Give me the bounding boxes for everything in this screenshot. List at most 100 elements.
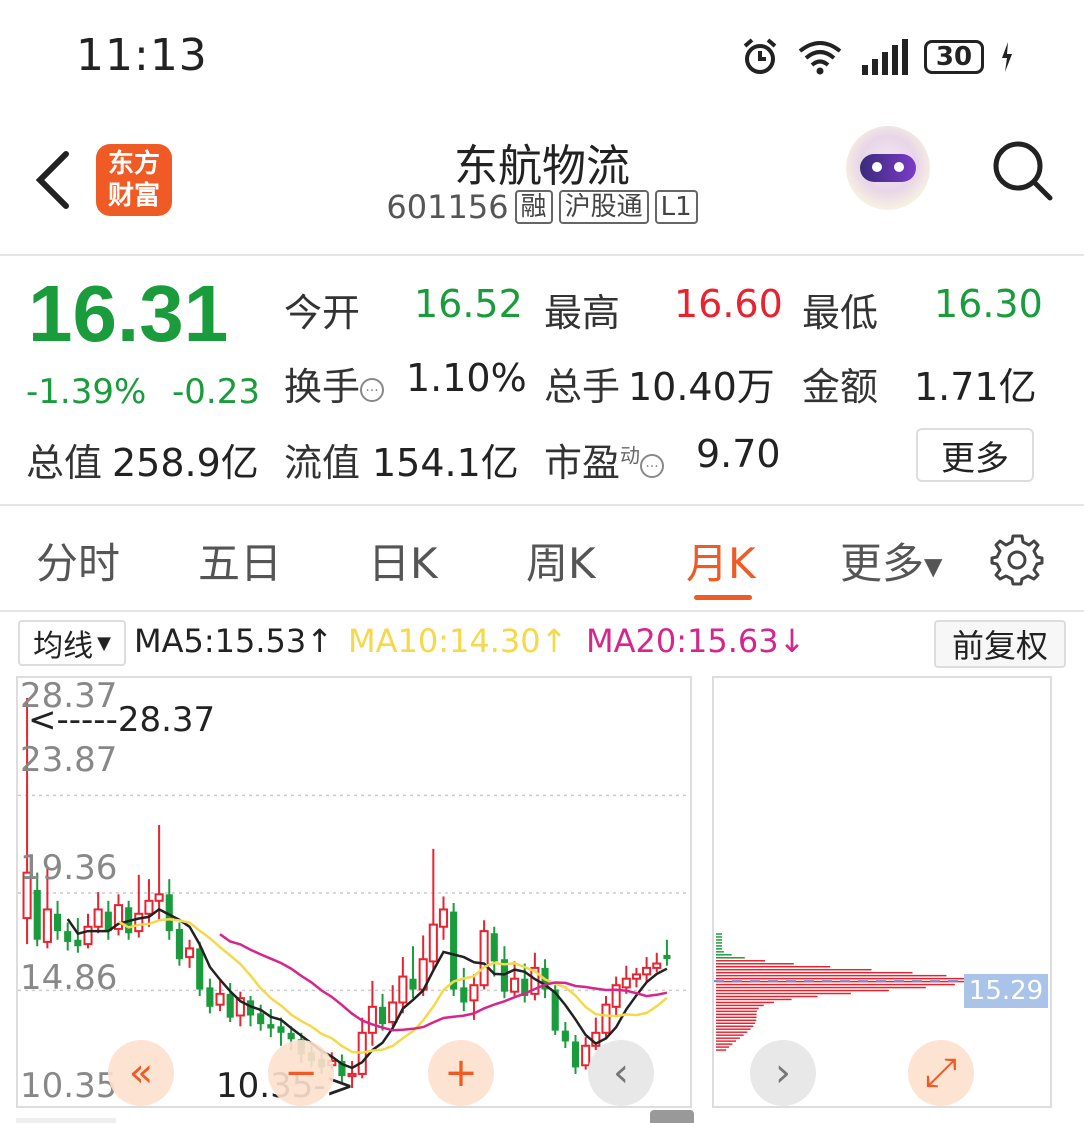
profile-bar [716, 1001, 775, 1004]
connect-tag: 沪股通 [558, 190, 649, 224]
header-divider [0, 254, 1084, 256]
ma20-arrow: ↓ [778, 622, 806, 660]
amount-label: 金额 [802, 365, 879, 409]
info-icon[interactable]: ··· [640, 453, 665, 478]
candle-body [287, 1032, 295, 1040]
candle-body [663, 954, 671, 960]
volume-value: 10.40万 [628, 365, 775, 409]
open-label: 今开 [284, 291, 361, 335]
candle-body [215, 992, 225, 1006]
volume-profile[interactable] [712, 676, 1052, 1108]
ma-select-label: 均线 [33, 629, 94, 664]
chevron-left-icon[interactable]: ‹ [588, 1040, 654, 1106]
candle-body [154, 893, 164, 902]
profile-bar [716, 1013, 757, 1016]
ma5-arrow: ↑ [306, 622, 334, 660]
y-label-3: 19.36 [20, 848, 118, 888]
profile-bar [716, 1004, 764, 1007]
candle-body [378, 1006, 387, 1025]
volume-profile-svg [714, 933, 1050, 1051]
candle-body [571, 1041, 580, 1068]
tabs-divider [0, 610, 1084, 612]
signal-icon [862, 39, 908, 75]
profile-bar [716, 995, 818, 998]
profile-bar [716, 939, 722, 941]
candle-body [206, 987, 214, 1007]
ma20-value: MA20:15.63↓ [586, 622, 805, 660]
profile-bar [716, 933, 722, 935]
candle-body [601, 1003, 611, 1034]
candle-body [53, 913, 62, 932]
candle-body [175, 928, 183, 960]
stock-code-row: 601156 融 沪股通 L1 [0, 188, 1084, 226]
candle-body [621, 977, 631, 989]
candle-body [469, 984, 479, 1002]
candle-body [428, 923, 438, 963]
tab-weekly-k[interactable]: 周K [526, 530, 596, 591]
candle-body [388, 1001, 398, 1023]
pe-label-text: 市盈 [544, 441, 621, 485]
low-value: 16.30 [934, 282, 1043, 326]
ma-select[interactable]: 均线 ▼ [18, 620, 126, 666]
profile-bar [716, 945, 722, 947]
ma5-text: MA5:15.53 [134, 622, 307, 660]
profile-bar [716, 1046, 730, 1048]
profile-bar [716, 983, 955, 986]
profile-bar [716, 936, 722, 938]
float-cap-value: 154.1亿 [372, 441, 519, 485]
robot-assistant-icon[interactable] [846, 126, 930, 210]
profile-bar [716, 1019, 757, 1022]
ma10-arrow: ↑ [540, 622, 568, 660]
settings-gear-icon[interactable] [990, 532, 1044, 586]
profile-bar [716, 954, 732, 956]
scroll-left-button[interactable]: « [108, 1040, 174, 1106]
adjustment-button[interactable]: 前复权 [934, 620, 1066, 668]
tab-more[interactable]: 更多▼ [840, 530, 942, 591]
candle-body [93, 908, 103, 928]
float-cap-label: 流值 [284, 441, 361, 485]
more-quote-button[interactable]: 更多 [916, 428, 1034, 482]
tab-daily-k[interactable]: 日K [368, 530, 438, 591]
open-value: 16.52 [414, 282, 523, 326]
tab-more-label: 更多 [840, 539, 925, 588]
alarm-icon [743, 38, 777, 74]
pe-value: 9.70 [696, 432, 781, 476]
search-icon[interactable] [990, 138, 1054, 202]
high-label: 最高 [544, 291, 621, 335]
profile-bar [716, 1031, 748, 1033]
profile-bar [716, 974, 947, 977]
zoom-in-button[interactable]: + [428, 1040, 494, 1106]
tab-intraday[interactable]: 分时 [36, 530, 120, 591]
candle-body [460, 987, 468, 1003]
pe-type: 动 [620, 443, 641, 468]
kline-chart[interactable] [16, 676, 692, 1108]
expand-icon[interactable]: ⤢ [908, 1040, 974, 1106]
change-amount: -0.23 [172, 372, 260, 412]
turnover-label-text: 换手 [284, 365, 361, 409]
candle-body [83, 925, 93, 946]
wifi-icon [798, 41, 842, 75]
profile-bar [716, 1025, 754, 1027]
candle-body [226, 993, 234, 1018]
amount-value: 1.71亿 [914, 365, 1037, 409]
profile-bar [716, 971, 913, 974]
candle-body [652, 962, 662, 969]
battery-icon: 30 [924, 40, 984, 74]
tab-monthly-k[interactable]: 月K [686, 530, 756, 591]
volume-label: 总手 [544, 365, 621, 409]
zoom-out-button[interactable]: − [268, 1040, 334, 1106]
candle-body [74, 939, 82, 947]
market-cap-label: 总值 [26, 441, 103, 485]
candle-body [450, 911, 458, 990]
info-icon[interactable]: ··· [360, 377, 385, 402]
candle-body [398, 975, 408, 1004]
market-cap-value: 258.9亿 [112, 441, 259, 485]
high-value: 16.60 [674, 282, 783, 326]
low-label: 最低 [802, 291, 879, 335]
candle-body [144, 899, 154, 915]
chevron-right-icon[interactable]: › [750, 1040, 816, 1106]
tab-five-day[interactable]: 五日 [198, 530, 282, 591]
candle-body [510, 977, 520, 993]
margin-tag: 融 [514, 190, 553, 224]
y-label-min: 10.35 [20, 1066, 118, 1106]
